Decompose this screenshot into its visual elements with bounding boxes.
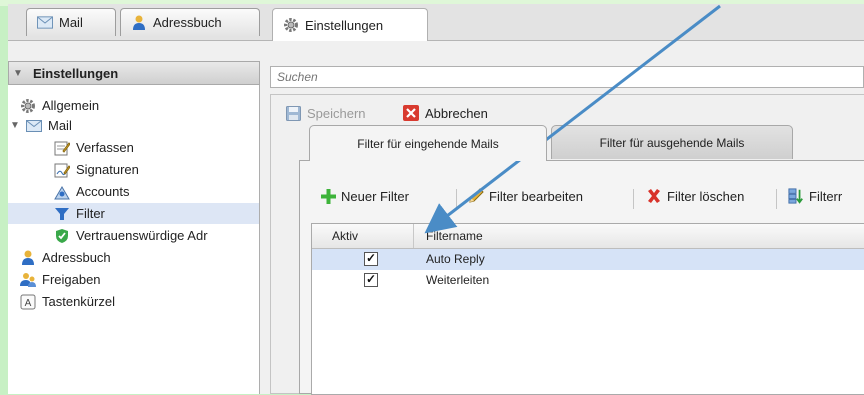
sidebar-item-label: Accounts [76,184,130,199]
filter-icon [54,206,70,222]
delete-filter-button[interactable]: Filter löschen [646,188,744,204]
sidebar-item-vertrauenswuerdige[interactable]: Vertrauenswürdige Adr [54,225,259,246]
edit-filter-label: Filter bearbeiten [489,188,583,204]
sidebar-item-tastenkuerzel[interactable]: A Tastenkürzel [20,291,115,312]
signature-icon [54,162,70,178]
tab-outgoing-filters[interactable]: Filter für ausgehende Mails [551,125,793,159]
app-tab-bar: Mail Adressbuch Einstellungen [8,4,864,41]
expand-triangle-icon: ▼ [10,120,20,131]
filter-name: Weiterleiten [426,273,490,287]
active-checkbox[interactable]: ✓ [364,273,378,287]
table-header: Aktiv Filtername [312,224,864,249]
floppy-disk-icon [285,105,301,121]
sidebar-item-label: Adressbuch [42,250,111,265]
sidebar-item-label: Verfassen [76,140,134,155]
cancel-button[interactable]: Abbrechen [403,105,488,121]
tab-label: Mail [59,15,83,30]
filter-table: Aktiv Filtername ✓ Auto Reply ✓ Weiterle… [311,223,864,395]
sidebar-item-verfassen[interactable]: Verfassen [54,137,134,158]
keyboard-icon: A [20,294,36,310]
compose-icon [54,140,70,156]
new-filter-label: Neuer Filter [341,188,409,204]
person-icon [131,15,147,31]
column-divider [413,224,414,248]
plus-icon [320,188,336,204]
sidebar-title: Einstellungen [33,65,119,81]
save-label: Speichern [307,105,366,121]
envelope-icon [37,15,53,31]
gear-icon [20,98,36,114]
sidebar-item-label: Allgemein [42,98,100,113]
table-row[interactable]: ✓ Weiterleiten [312,270,864,291]
sidebar-item-adressbuch[interactable]: Adressbuch [20,247,111,268]
collapse-triangle-icon: ▼ [13,67,23,79]
sidebar-item-signaturen[interactable]: Signaturen [54,159,139,180]
toolbar-separator [456,189,457,209]
sidebar-header[interactable]: ▼ Einstellungen [8,61,260,85]
filter-name: Auto Reply [426,252,485,266]
tab-label: Einstellungen [305,17,384,33]
sidebar-item-label: Filter [76,206,105,221]
cancel-icon [403,105,419,121]
filter-order-button[interactable]: Filterr [788,188,842,204]
accounts-icon [54,184,70,200]
envelope-icon [26,118,42,134]
toolbar-separator [776,189,777,209]
tab-adressbuch[interactable]: Adressbuch [120,8,260,36]
tab-label: Filter für eingehende Mails [357,136,499,151]
column-header-aktiv[interactable]: Aktiv [332,229,358,243]
cancel-label: Abbrechen [425,105,488,121]
tab-label: Filter für ausgehende Mails [599,135,745,150]
sidebar-item-accounts[interactable]: Accounts [54,181,129,202]
tab-incoming-filters[interactable]: Filter für eingehende Mails [309,125,547,161]
filter-order-icon [788,188,804,204]
person-icon [20,250,36,266]
save-button[interactable]: Speichern [285,105,366,121]
column-header-filtername[interactable]: Filtername [426,229,483,243]
settings-sidebar: ▼ Einstellungen Allgemein ▼ Mail Verfass… [8,61,260,394]
sidebar-item-allgemein[interactable]: Allgemein [20,95,99,116]
pencil-icon [468,188,484,204]
table-row[interactable]: ✓ Auto Reply [312,249,864,270]
sidebar-item-filter[interactable]: Filter [8,203,259,224]
red-x-icon [646,188,662,204]
shield-icon [54,228,70,244]
toolbar-separator [633,189,634,209]
filter-panel: Neuer Filter Filter bearbeiten Filter lö… [299,160,864,395]
filter-order-label: Filterr [809,188,843,204]
sidebar-item-label: Signaturen [76,162,139,177]
sidebar-item-label: Freigaben [42,272,101,287]
svg-text:A: A [25,298,32,309]
active-checkbox[interactable]: ✓ [364,252,378,266]
sidebar-item-label: Vertrauenswürdige Adr [76,228,208,243]
tab-einstellungen[interactable]: Einstellungen [272,8,428,41]
sidebar-item-mail[interactable]: ▼ Mail [10,115,72,136]
sidebar-item-freigaben[interactable]: Freigaben [20,269,101,290]
search-input[interactable] [270,66,864,88]
tab-mail[interactable]: Mail [26,8,116,36]
new-filter-button[interactable]: Neuer Filter [320,188,409,204]
delete-filter-label: Filter löschen [667,188,745,204]
edit-filter-button[interactable]: Filter bearbeiten [468,188,583,204]
tab-label: Adressbuch [153,15,222,30]
share-icon [20,272,36,288]
gear-icon [283,17,299,33]
sidebar-item-label: Tastenkürzel [42,294,115,309]
sidebar-item-label: Mail [48,118,72,133]
